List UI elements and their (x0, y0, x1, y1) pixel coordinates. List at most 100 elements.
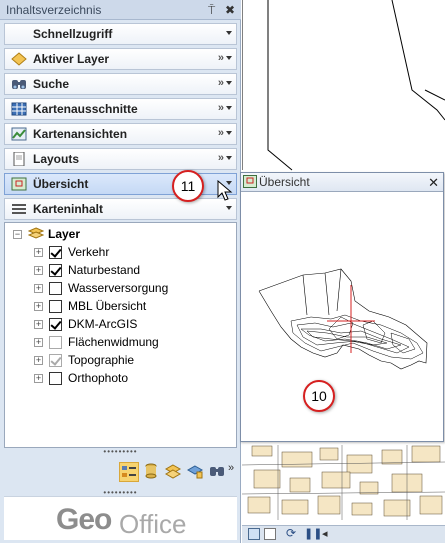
options-button[interactable] (208, 462, 228, 482)
panel-title-bar: Inhaltsverzeichnis ⍑ ✖ (0, 0, 241, 20)
layer-order-button[interactable] (119, 462, 139, 482)
bookmark-grid-icon (11, 102, 27, 116)
layer-visibility-checkbox[interactable] (49, 282, 62, 295)
layer-label: Orthophoto (68, 371, 129, 385)
dropdown-arrow-icon[interactable] (226, 106, 232, 110)
section-suche[interactable]: Suche » (4, 73, 237, 95)
layer-label: Naturbestand (68, 263, 141, 277)
layout-view-button[interactable] (264, 528, 276, 540)
section-label: Kartenausschnitte (33, 102, 138, 116)
overview-title-bar[interactable]: Übersicht ✕ (241, 173, 443, 192)
expand-icon[interactable]: + (34, 338, 43, 347)
layer-row[interactable]: + Verkehr (5, 243, 235, 261)
overview-close-icon[interactable]: ✕ (428, 174, 439, 192)
section-schnellzugriff[interactable]: Schnellzugriff (4, 23, 237, 45)
dropdown-arrow-icon[interactable] (226, 156, 232, 160)
section-label: Suche (33, 77, 70, 91)
collapse-icon[interactable]: − (13, 230, 22, 239)
map-status-bar: ⟳ ❚❚ ◂ (242, 525, 445, 543)
overview-map-icon (11, 177, 27, 191)
binoculars-icon (12, 80, 26, 89)
layer-label: Topographie (68, 353, 135, 367)
layer-tree: − Layer + Verkehr + Naturbestand + Wasse… (4, 222, 237, 448)
toolbar-overflow-icon[interactable]: » (228, 462, 234, 474)
layer-label: DKM-ArcGIS (68, 317, 138, 331)
pin-icon[interactable]: ⍑ (208, 0, 215, 20)
layer-visibility-checkbox[interactable] (49, 318, 62, 331)
section-label: Karteninhalt (33, 202, 104, 216)
expand-icon[interactable]: + (34, 302, 43, 311)
expand-chevron-icon[interactable]: » (218, 48, 224, 68)
expand-chevron-icon[interactable]: » (218, 123, 224, 143)
section-label: Schnellzugriff (33, 27, 113, 41)
layout-page-icon (13, 152, 25, 166)
layer-row[interactable]: + DKM-ArcGIS (5, 315, 235, 333)
list-by-drawing-order-icon (122, 466, 136, 477)
expand-icon[interactable]: + (34, 356, 43, 365)
layer-stack-icon (28, 227, 44, 239)
overview-title: Übersicht (259, 175, 310, 189)
table-of-contents-panel: Inhaltsverzeichnis ⍑ ✖ Schnellzugriff Ak… (0, 0, 241, 543)
layer-label: MBL Übersicht (68, 299, 147, 313)
database-icon (145, 463, 157, 479)
section-label: Übersicht (33, 177, 89, 191)
logo-text-geo: Geo (56, 503, 112, 536)
expand-chevron-icon[interactable]: » (218, 148, 224, 168)
section-karteninhalt[interactable]: Karteninhalt (4, 198, 237, 220)
expand-chevron-icon[interactable]: » (218, 98, 224, 118)
panel-title: Inhaltsverzeichnis (6, 3, 102, 17)
layer-row[interactable]: + Wasserversorgung (5, 279, 235, 297)
layer-visibility-checkbox[interactable] (49, 264, 62, 277)
list-by-selection-button[interactable] (186, 462, 206, 482)
section-kartenansichten[interactable]: Kartenansichten » (4, 123, 237, 145)
layer-row[interactable]: + Flächenwidmung (5, 333, 235, 351)
scroll-left-icon[interactable]: ◂ (322, 527, 328, 540)
binoculars-icon (210, 467, 224, 476)
diamond-layer-icon (11, 52, 27, 66)
refresh-icon[interactable]: ⟳ (286, 526, 296, 540)
section-layouts[interactable]: Layouts » (4, 148, 237, 170)
panel-close-icon[interactable]: ✖ (225, 0, 235, 20)
panel-toolbar: » (4, 456, 237, 490)
layer-visibility-checkbox[interactable] (49, 336, 62, 349)
dropdown-arrow-icon[interactable] (226, 31, 232, 35)
data-view-button[interactable] (248, 528, 260, 540)
expand-icon[interactable]: + (34, 284, 43, 293)
list-by-visibility-button[interactable] (164, 462, 184, 482)
section-aktiver-layer[interactable]: Aktiver Layer » (4, 48, 237, 70)
layer-label: Verkehr (68, 245, 110, 259)
layer-label: Flächenwidmung (68, 335, 159, 349)
selection-layer-icon (186, 465, 204, 479)
expand-icon[interactable]: + (34, 248, 43, 257)
dropdown-arrow-icon[interactable] (226, 131, 232, 135)
layer-row[interactable]: + Orthophoto (5, 369, 235, 387)
callout-marker: 10 (303, 380, 335, 412)
expand-chevron-icon[interactable]: » (218, 73, 224, 93)
layer-visibility-checkbox[interactable] (49, 300, 62, 313)
layer-visibility-checkbox[interactable] (49, 354, 62, 367)
expand-icon[interactable]: + (34, 320, 43, 329)
map-views-icon (11, 127, 27, 141)
layer-visibility-checkbox[interactable] (49, 246, 62, 259)
table-of-contents-icon (12, 204, 26, 214)
expand-icon[interactable]: + (34, 374, 43, 383)
expand-icon[interactable]: + (34, 266, 43, 275)
section-label: Kartenansichten (33, 127, 128, 141)
list-by-source-button[interactable] (142, 462, 162, 482)
layer-group-row[interactable]: − Layer (5, 225, 235, 243)
pause-drawing-icon[interactable]: ❚❚ (304, 527, 322, 540)
dropdown-arrow-icon[interactable] (226, 81, 232, 85)
dropdown-arrow-icon[interactable] (226, 206, 232, 210)
section-label: Layouts (33, 152, 80, 166)
logo-text-office: Office (119, 509, 187, 539)
layer-label: Wasserversorgung (68, 281, 169, 295)
layer-group-label: Layer (48, 227, 81, 241)
layer-row[interactable]: + Topographie (5, 351, 235, 369)
section-kartenausschnitte[interactable]: Kartenausschnitte » (4, 98, 237, 120)
layer-visibility-checkbox[interactable] (49, 372, 62, 385)
layer-row[interactable]: + Naturbestand (5, 261, 235, 279)
layer-visibility-icon (164, 464, 182, 479)
dropdown-arrow-icon[interactable] (226, 56, 232, 60)
layer-row[interactable]: + MBL Übersicht (5, 297, 235, 315)
overview-map-canvas[interactable] (241, 193, 443, 441)
